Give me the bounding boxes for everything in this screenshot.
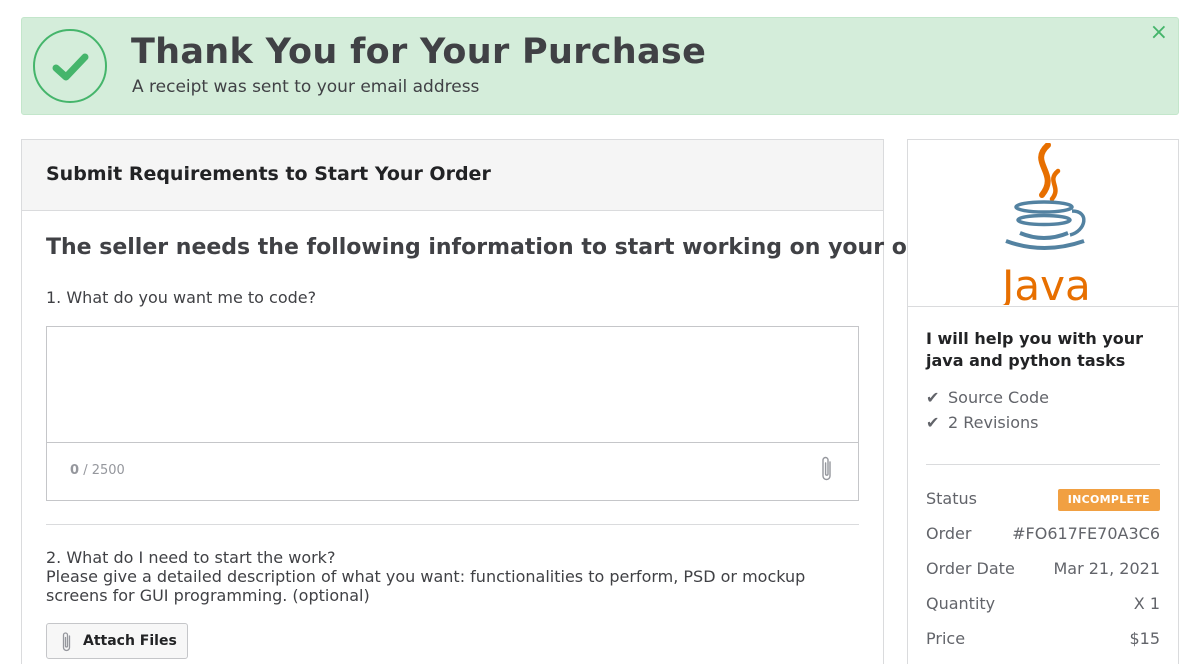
status-label: Status [926, 489, 977, 508]
attach-files-button[interactable]: Attach Files [46, 623, 188, 659]
paperclip-icon[interactable] [820, 455, 834, 487]
section-divider [46, 524, 859, 525]
quantity-label: Quantity [926, 594, 996, 613]
feature-item: ✔ Source Code [926, 388, 1049, 407]
question-1-label: 1. What do you want me to code? [46, 288, 317, 307]
java-logo-text: Java [999, 261, 1091, 305]
price-label: Price [926, 629, 966, 648]
attach-files-label: Attach Files [83, 633, 177, 649]
check-icon: ✔ [926, 388, 940, 407]
question-2-description: Please give a detailed description of wh… [46, 567, 806, 605]
close-icon[interactable]: × [1150, 22, 1168, 44]
question-1-answer-box: 0 / 2500 [46, 326, 859, 501]
order-number: #FO617FE70A3C6 [1012, 524, 1160, 543]
banner-subtitle: A receipt was sent to your email address [132, 77, 480, 97]
requirements-panel: Submit Requirements to Start Your Order … [21, 139, 968, 664]
quantity-value: X 1 [1133, 594, 1160, 613]
price-value: $15 [1129, 629, 1160, 648]
gig-image: Java [908, 140, 1178, 307]
feature-item: ✔ 2 Revisions [926, 413, 1039, 432]
check-icon: ✔ [926, 413, 940, 432]
java-logo-icon: Java [999, 143, 1091, 305]
order-date-label: Order Date [926, 559, 1015, 578]
order-summary-panel: Java I will help you with your java and … [907, 139, 1179, 664]
requirements-lead: The seller needs the following informati… [46, 235, 969, 260]
requirements-title: Submit Requirements to Start Your Order [46, 163, 491, 185]
summary-divider [926, 464, 1160, 465]
requirements-header: Submit Requirements to Start Your Order [22, 140, 883, 211]
paperclip-icon [62, 632, 71, 652]
question-2-label: 2. What do I need to start the work? [46, 548, 336, 567]
banner-title: Thank You for Your Purchase [131, 32, 707, 72]
order-label: Order [926, 524, 972, 543]
success-check-icon [33, 29, 107, 103]
character-count-max: / 2500 [83, 463, 125, 478]
gig-title: I will help you with your java and pytho… [926, 329, 1144, 370]
order-date-value: Mar 21, 2021 [1053, 559, 1160, 578]
question-1-textarea[interactable] [47, 327, 858, 443]
character-counter: 0 / 2500 [70, 463, 125, 478]
status-badge: INCOMPLETE [1057, 489, 1160, 511]
character-count-current: 0 [70, 463, 80, 478]
success-banner: Thank You for Your Purchase A receipt wa… [21, 17, 1179, 115]
